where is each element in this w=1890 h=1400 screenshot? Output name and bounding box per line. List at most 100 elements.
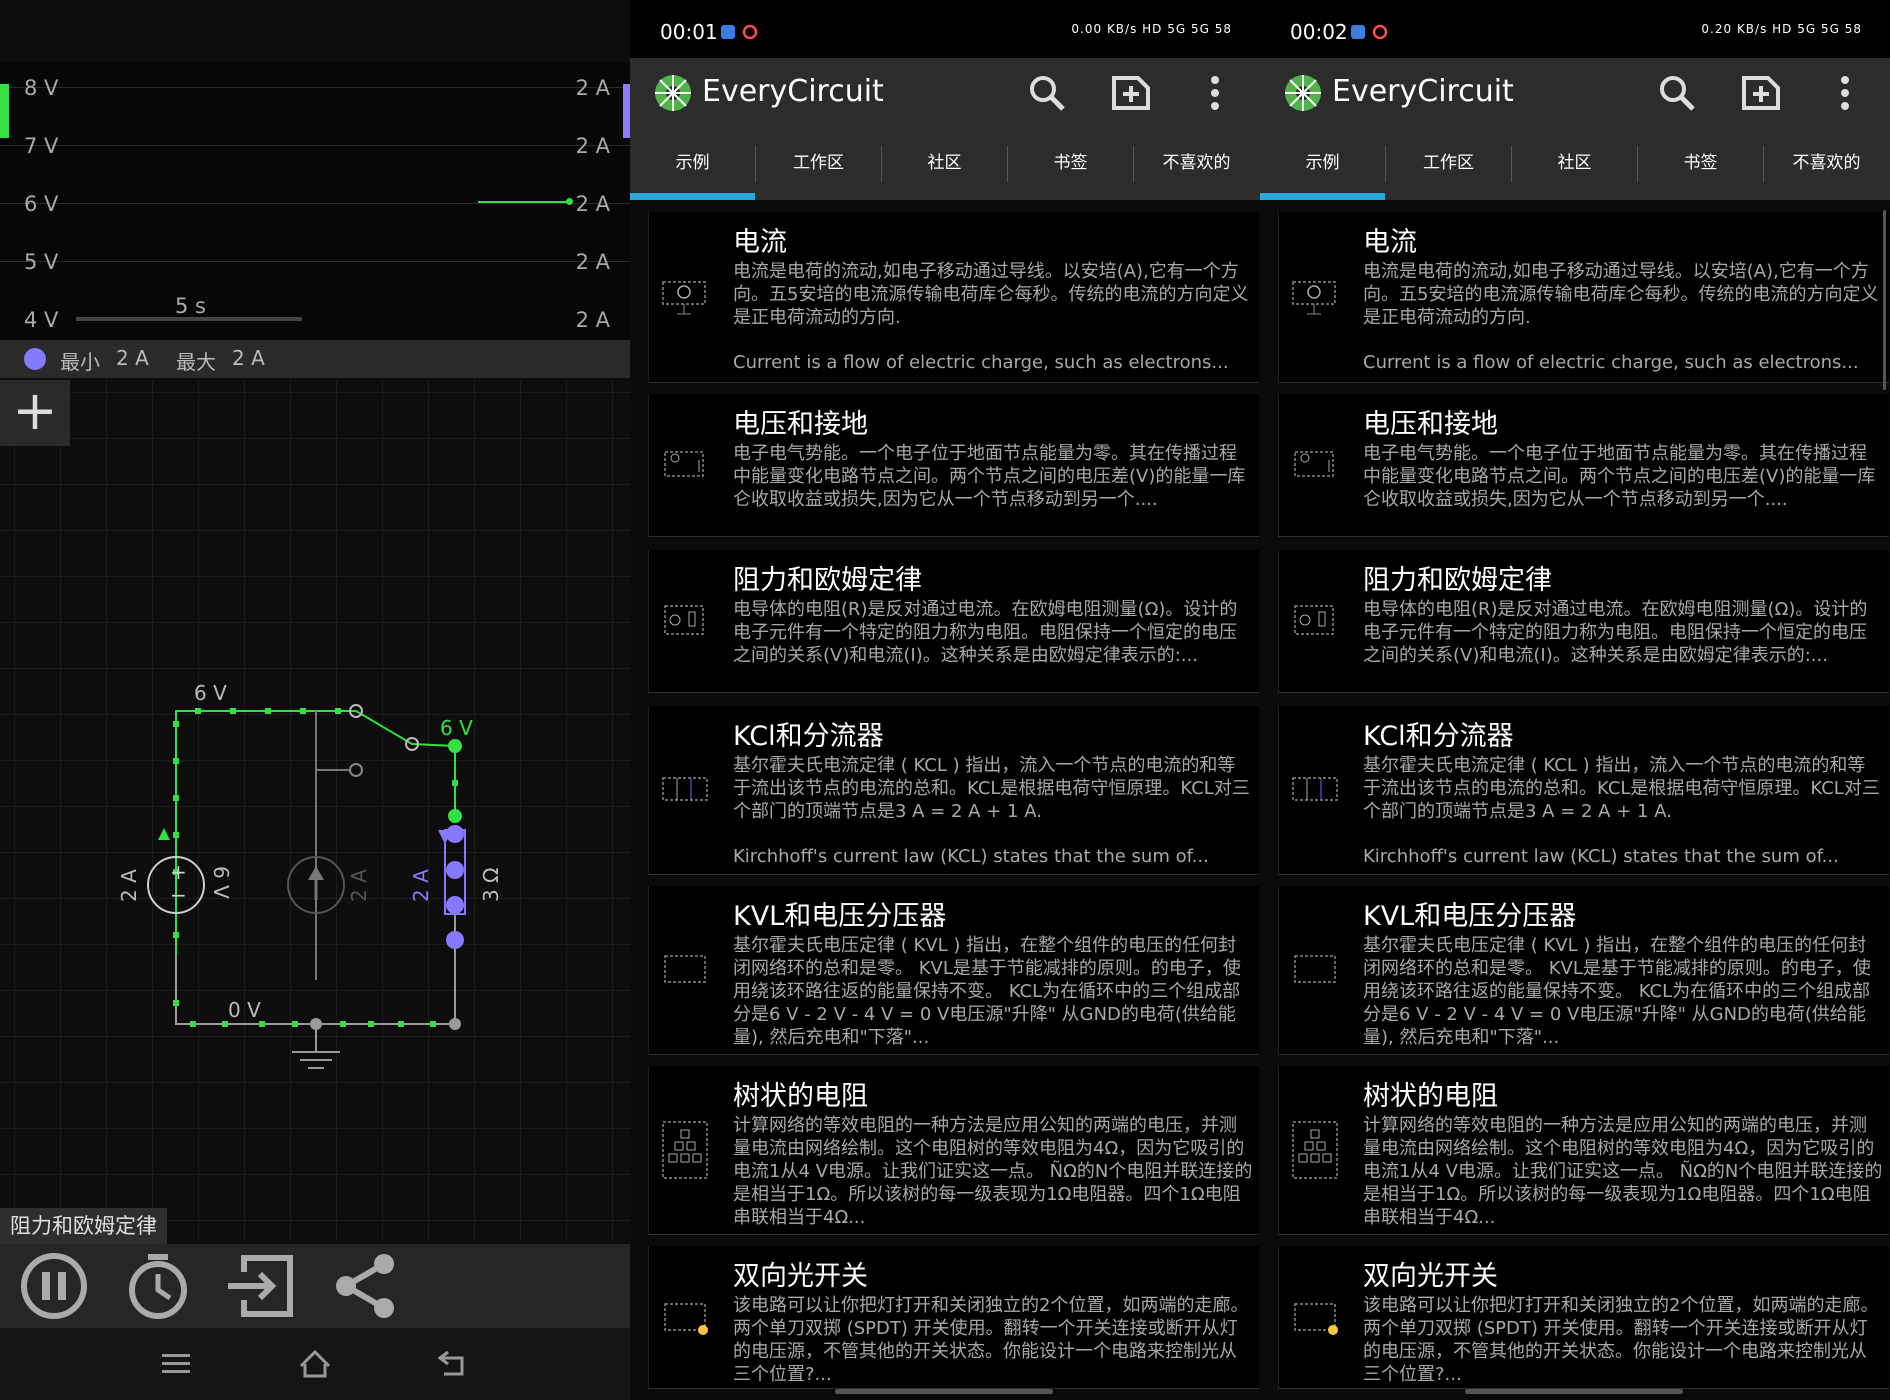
share-icon[interactable] <box>328 1252 404 1320</box>
voltage-channel-marker <box>0 84 9 138</box>
list-item[interactable]: 树状的电阻 计算网络的等效电阻的一种方法是应用公知的两端的电压，并测量电流由网络… <box>1278 1066 1889 1235</box>
tab-examples[interactable]: 示例 <box>630 130 755 200</box>
voltage-trace-point <box>566 198 573 205</box>
active-tab-indicator <box>1260 193 1385 200</box>
tab-community[interactable]: 社区 <box>882 130 1007 200</box>
back-icon[interactable] <box>434 1346 474 1382</box>
menu-icon[interactable] <box>156 1346 196 1382</box>
list-item[interactable]: 电压和接地 电子电气势能。一个电子位于地面节点能量为零。其在传播过程中能量变化电… <box>648 394 1259 537</box>
current-probe-dot <box>446 861 464 879</box>
tab-community[interactable]: 社区 <box>1512 130 1637 200</box>
simulator-toolbar <box>0 1244 630 1328</box>
app-title: EveryCircuit <box>702 74 884 109</box>
app-bar: EveryCircuit <box>630 58 1260 130</box>
tab-workspace[interactable]: 工作区 <box>756 130 881 200</box>
add-circuit-icon[interactable] <box>1110 72 1152 114</box>
card-title: 树状的电阻 <box>1363 1081 1498 1112</box>
list-item[interactable]: 阻力和欧姆定律 电导体的电阻(R)是反对通过电流。在欧姆电阻测量(Ω)。设计的电… <box>648 550 1259 693</box>
source2-current-label: 2 A <box>347 869 371 902</box>
list-item[interactable]: KCl和分流器 基尔霍夫氏电流定律 ( KCL ) 指出，流入一个节点的电流的和… <box>648 706 1259 875</box>
export-icon[interactable] <box>224 1252 300 1320</box>
current-source-arrow <box>308 866 324 880</box>
list-item[interactable]: 电流 电流是电荷的流动,如电子移动通过导线。以安培(A),它有一个方向。五5安培… <box>648 212 1259 383</box>
list-scrollbar[interactable] <box>1883 210 1886 390</box>
circuit-thumbnail <box>1294 605 1334 635</box>
tab-bar: 示例 工作区 社区 书签 不喜欢的 <box>630 130 1260 200</box>
oscilloscope[interactable]: 8 V 7 V 6 V 5 V 4 V 2 A 2 A 2 A 2 A 2 A … <box>0 62 630 340</box>
search-icon[interactable] <box>1656 72 1698 114</box>
tab-bookmarks[interactable]: 书签 <box>1008 130 1133 200</box>
system-navbar <box>0 1328 630 1400</box>
more-vert-icon[interactable] <box>1194 72 1236 114</box>
status-bar: 00:01 0.00 KB/s HD 5G 5G 58 <box>630 0 1260 58</box>
pause-icon[interactable] <box>16 1252 92 1320</box>
search-icon[interactable] <box>1026 72 1068 114</box>
card-title: 电流 <box>1363 227 1417 258</box>
scope-voltage-tick: 7 V <box>24 134 59 158</box>
node-label-ground: 0 V <box>228 998 261 1022</box>
tab-examples[interactable]: 示例 <box>1260 130 1385 200</box>
list-item[interactable]: 电压和接地 电子电气势能。一个电子位于地面节点能量为零。其在传播过程中能量变化电… <box>1278 394 1889 537</box>
list-item[interactable]: 电流 电流是电荷的流动,如电子移动通过导线。以安培(A),它有一个方向。五5安培… <box>1278 212 1889 383</box>
active-tab-indicator <box>630 193 755 200</box>
list-item[interactable]: 双向光开关 该电路可以让你把灯打开和关闭独立的2个位置，如两端的走廊。两个单刀双… <box>648 1246 1259 1389</box>
record-icon <box>742 24 758 40</box>
app-bar: EveryCircuit <box>1260 58 1890 130</box>
add-circuit-icon[interactable] <box>1740 72 1782 114</box>
card-description: 基尔霍夫氏电流定律 ( KCL ) 指出，流入一个节点的电流的和等于流出该节点的… <box>733 754 1253 868</box>
current-arrow-up <box>158 828 170 840</box>
circuit-thumbnail <box>1292 777 1338 801</box>
current-probe-dot <box>446 896 464 914</box>
circuit-thumbnail <box>1294 955 1336 983</box>
status-time: 00:01 <box>660 20 718 44</box>
node <box>448 809 462 823</box>
voltage-trace <box>478 201 570 203</box>
card-description: 电子电气势能。一个电子位于地面节点能量为零。其在传播过程中能量变化电路节点之间。… <box>733 443 1246 510</box>
scope-gridline <box>0 261 630 262</box>
card-desc-english: Kirchhoff's current law (KCL) states tha… <box>1363 846 1839 867</box>
tab-bookmarks[interactable]: 书签 <box>1638 130 1763 200</box>
circuit-thumbnail <box>1294 451 1334 477</box>
home-icon[interactable] <box>295 1346 335 1382</box>
card-title: KVL和电压分压器 <box>1363 901 1577 932</box>
clock-icon[interactable] <box>120 1252 196 1320</box>
node-label-right: 6 V <box>440 716 473 740</box>
circuit-thumbnail <box>1294 1303 1338 1335</box>
resistor-terminal <box>446 931 464 949</box>
card-desc-english: Current is a flow of electric charge, su… <box>1363 352 1859 373</box>
tab-workspace[interactable]: 工作区 <box>1386 130 1511 200</box>
card-title: 双向光开关 <box>1363 1261 1498 1292</box>
ground-node <box>310 1018 322 1030</box>
node-label-top: 6 V <box>194 681 227 705</box>
card-title: 阻力和欧姆定律 <box>733 565 922 596</box>
list-item[interactable]: 树状的电阻 计算网络的等效电阻的一种方法是应用公知的两端的电压，并测量电流由网络… <box>648 1066 1259 1235</box>
scope-voltage-tick: 6 V <box>24 192 59 216</box>
list-item[interactable]: KVL和电压分压器 基尔霍夫氏电压定律 ( KVL ) 指出，在整个组件的电压的… <box>648 886 1259 1055</box>
scope-gridline <box>0 203 630 204</box>
card-title: 电压和接地 <box>1363 409 1498 440</box>
status-time: 00:02 <box>1290 20 1348 44</box>
card-desc-english: Kirchhoff's current law (KCL) states tha… <box>733 846 1209 867</box>
circuit-thumbnail <box>664 1303 708 1335</box>
card-description: 该电路可以让你把灯打开和关闭独立的2个位置，如两端的走廊。两个单刀双掷 (SPD… <box>1363 1295 1879 1385</box>
card-description: 电导体的电阻(R)是反对通过电流。在欧姆电阻测量(Ω)。设计的电子元件有一个特定… <box>1363 599 1868 666</box>
card-description: 电流是电荷的流动,如电子移动通过导线。以安培(A),它有一个方向。五5安培的电流… <box>1363 260 1883 374</box>
tab-disliked[interactable]: 不喜欢的 <box>1134 130 1259 200</box>
scope-voltage-tick: 4 V <box>24 308 59 332</box>
list-item[interactable]: 阻力和欧姆定律 电导体的电阻(R)是反对通过电流。在欧姆电阻测量(Ω)。设计的电… <box>1278 550 1889 693</box>
list-item[interactable]: KCl和分流器 基尔霍夫氏电流定律 ( KCL ) 指出，流入一个节点的电流的和… <box>1278 706 1889 875</box>
scope-current-tick: 2 A <box>575 134 610 158</box>
list-item[interactable]: KVL和电压分压器 基尔霍夫氏电压定律 ( KVL ) 指出，在整个组件的电压的… <box>1278 886 1889 1055</box>
minus-sign: − <box>170 883 187 907</box>
app-notification-icon <box>1351 25 1365 39</box>
time-scale-label: 5 s <box>175 294 206 318</box>
tab-disliked[interactable]: 不喜欢的 <box>1764 130 1889 200</box>
circuit-diagram[interactable]: + − 6 V 6 V 0 V 2 A 6 V 2 A 2 A 3 Ω <box>0 380 630 1220</box>
list-item[interactable]: 双向光开关 该电路可以让你把灯打开和关闭独立的2个位置，如两端的走廊。两个单刀双… <box>1278 1246 1889 1389</box>
more-vert-icon[interactable] <box>1824 72 1866 114</box>
circuit-thumbnail <box>664 955 706 983</box>
legend-min-value: 2 A <box>116 346 149 370</box>
card-title: KVL和电压分压器 <box>733 901 947 932</box>
card-title: KCl和分流器 <box>733 721 884 752</box>
card-desc-text: 基尔霍夫氏电流定律 ( KCL ) 指出，流入一个节点的电流的和等于流出该节点的… <box>1363 755 1880 822</box>
